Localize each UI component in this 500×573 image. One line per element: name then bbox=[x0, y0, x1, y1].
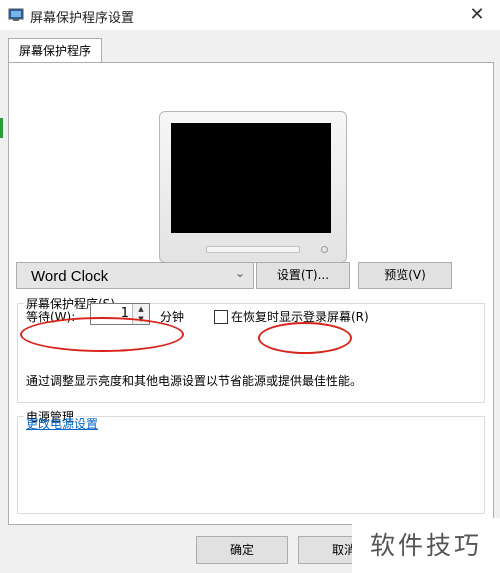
monitor-power-led bbox=[321, 246, 328, 253]
tab-panel: 屏幕保护程序(S) 电源管理 bbox=[8, 62, 494, 525]
change-power-settings-link[interactable]: 更改电源设置 bbox=[26, 415, 98, 432]
power-description: 通过调整显示亮度和其他电源设置以节省能源或提供最佳性能。 bbox=[26, 374, 363, 388]
watermark: 软件技巧 bbox=[352, 518, 500, 573]
wait-minutes-stepper[interactable]: 1 ▲ ▼ bbox=[90, 303, 150, 325]
resume-logon-label[interactable]: 在恢复时显示登录屏幕(R) bbox=[231, 308, 369, 325]
preview-button[interactable]: 预览(V) bbox=[358, 262, 452, 289]
screensaver-app-icon bbox=[8, 8, 24, 21]
screensaver-selected-value: Word Clock bbox=[31, 268, 109, 285]
monitor-preview bbox=[159, 111, 347, 263]
chevron-down-icon: ⌄ bbox=[234, 266, 245, 280]
window-title: 屏幕保护程序设置 bbox=[30, 11, 135, 26]
title-bar: 屏幕保护程序设置 ✕ bbox=[0, 0, 500, 30]
close-icon: ✕ bbox=[469, 4, 485, 25]
resume-logon-checkbox[interactable] bbox=[214, 310, 228, 324]
wait-minutes-value: 1 bbox=[120, 306, 129, 321]
close-button[interactable]: ✕ bbox=[454, 0, 500, 30]
wait-label: 等待(W): bbox=[26, 310, 76, 324]
tab-label: 屏幕保护程序 bbox=[18, 44, 91, 58]
monitor-screen bbox=[171, 123, 331, 233]
stepper-down-icon[interactable]: ▼ bbox=[132, 314, 149, 324]
settings-button[interactable]: 设置(T)... bbox=[256, 262, 350, 289]
ok-button[interactable]: 确定 bbox=[196, 536, 288, 564]
tab-screensaver[interactable]: 屏幕保护程序 bbox=[8, 38, 102, 63]
monitor-slot bbox=[206, 246, 300, 253]
background-window-edge bbox=[0, 118, 3, 138]
screensaver-dropdown[interactable]: Word Clock ⌄ bbox=[16, 262, 254, 289]
wait-unit-label: 分钟 bbox=[160, 310, 185, 324]
